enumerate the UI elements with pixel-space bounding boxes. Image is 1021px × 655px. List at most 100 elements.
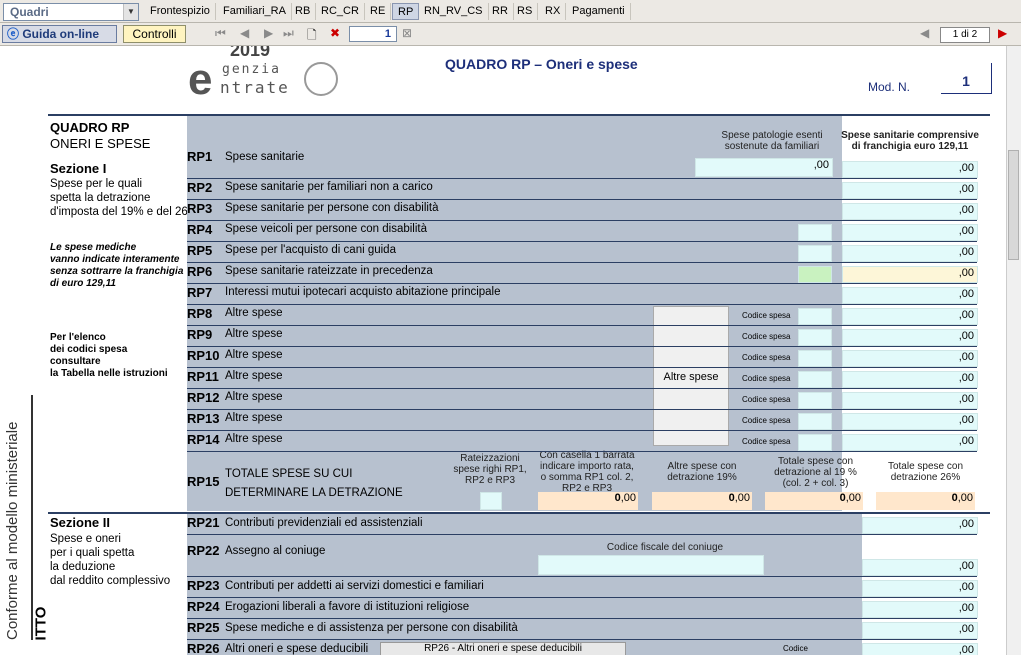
row-divider [187,178,977,179]
row-code-rp21: RP21 [187,515,220,530]
rp15-col3-field[interactable]: 0,00 [652,492,752,510]
side-caption: Conforme al modello ministeriale [4,421,21,640]
row-divider [187,304,977,305]
field-rp25-importo[interactable]: ,00 [862,622,978,639]
tab-rx[interactable]: RX [540,3,567,20]
field-rp11-importo[interactable]: ,00 [842,371,978,388]
row-code-rp12: RP12 [187,390,220,405]
next-page-icon[interactable]: ▶ [264,26,273,40]
field-rp14-importo[interactable]: ,00 [842,434,978,451]
row-label-rp12: Altre spese [225,391,283,403]
scrollbar-thumb[interactable] [1008,150,1019,260]
field-rp2-importo[interactable]: ,00 [842,182,978,199]
page-indicator: 1 di 2 [940,27,990,43]
tab-pagamenti[interactable]: Pagamenti [567,3,631,20]
field-rp8-importo[interactable]: ,00 [842,308,978,325]
row-divider [187,409,977,410]
field-rp4-importo[interactable]: ,00 [842,224,978,241]
row-divider [187,199,977,200]
prev-page-icon[interactable]: ◀ [240,26,249,40]
vertical-scrollbar[interactable] [1006,46,1021,655]
rp15-col4-field[interactable]: 0,00 [765,492,863,510]
first-page-icon[interactable]: ⏮ [215,26,226,41]
tab-rb[interactable]: RB [290,3,317,20]
field-rp12-importo[interactable]: ,00 [842,392,978,409]
row-code-rp11: RP11 [187,369,219,384]
mod-label: Mod. N. [868,80,911,94]
quadri-select-value: Quadri [10,5,49,19]
row-divider [187,451,977,452]
field-rp9-codice[interactable] [798,329,832,346]
rp15-col5-field[interactable]: 0,00 [876,492,975,510]
altre-spese-button[interactable]: Altre spese [653,306,729,446]
new-page-icon[interactable]: 🗋 [307,26,317,47]
row-code-rp13: RP13 [187,411,220,426]
field-rp9-importo[interactable]: ,00 [842,329,978,346]
guida-online-button[interactable]: ⓔ Guida on-line [2,25,117,43]
rp26-popup-button[interactable]: RP26 - Altri oneri e spese deducibili [380,642,626,655]
rp15-col2-field[interactable]: 0,00 [538,492,638,510]
quadro-label: QUADRO RP [50,120,130,135]
field-rp26-importo[interactable]: ,00 [862,643,978,655]
codice-spesa-label: Codice spesa [742,311,791,320]
rp15-col2-header: Con casella 1 barrata indicare importo r… [539,450,635,494]
tab-rr[interactable]: RR [487,3,514,20]
codice-fiscale-coniuge-field[interactable] [538,555,764,575]
field-rp3-importo[interactable]: ,00 [842,203,978,220]
field-rp5-importo[interactable]: ,00 [842,245,978,262]
row-divider [187,388,977,389]
desc-line: dei codici spesa [50,344,128,355]
rp26-codice-label: Codice [783,644,808,653]
field-rp1-esenti[interactable]: ,00 [695,158,833,177]
tab-rs[interactable]: RS [512,3,539,20]
controlli-button[interactable]: Controlli [123,25,186,43]
year-label: 2019 [230,46,271,60]
guida-online-label: Guida on-line [22,27,100,41]
goto-page-icon[interactable]: ⊠ [402,26,412,40]
tab-rp[interactable]: RP [392,3,420,20]
field-rp11-codice[interactable] [798,371,832,388]
field-rp6-col1[interactable] [798,266,832,283]
tab-frontespizio[interactable]: Frontespizio [145,3,216,20]
desc-line: consultare [50,356,101,367]
quadri-select[interactable]: Quadri ▼ [3,3,139,21]
field-rp14-codice[interactable] [798,434,832,451]
last-page-icon[interactable]: ⏭ [283,26,294,41]
field-rp10-codice[interactable] [798,350,832,367]
row-code-rp7: RP7 [187,285,213,300]
page-prev-arrow-icon[interactable]: ◀ [920,26,929,40]
field-rp23-importo[interactable]: ,00 [862,580,978,597]
document-area: 2019 e genzia ntrate QUADRO RP – Oneri e… [0,46,1006,655]
field-rp5-col1[interactable] [798,245,832,262]
field-rp8-codice[interactable] [798,308,832,325]
row-label-rp2: Spese sanitarie per familiari non a cari… [225,181,433,193]
tab-familiari-ra[interactable]: Familiari_RA [218,3,292,20]
rp15-label-2: DETERMINARE LA DETRAZIONE [225,487,403,499]
delete-page-icon[interactable]: ✖ [330,26,340,40]
field-rp21-importo[interactable]: ,00 [862,517,978,534]
sezione-2-desc: Spese e oneri per i quali spetta la deduzi… [50,532,170,588]
field-rp4-col1[interactable] [798,224,832,241]
field-rp22-importo[interactable]: ,00 [862,559,978,576]
chevron-down-icon[interactable]: ▼ [123,4,138,20]
tab-rn-rv-cs[interactable]: RN_RV_CS [419,3,489,20]
mod-number[interactable]: 1 [941,63,992,94]
row-code-rp24: RP24 [187,599,220,614]
field-rp12-codice[interactable] [798,392,832,409]
page-next-arrow-icon[interactable]: ▶ [998,26,1007,40]
tab-rc-cr[interactable]: RC_CR [316,3,365,20]
field-rp13-importo[interactable]: ,00 [842,413,978,430]
field-rp1-importo[interactable]: ,00 [842,161,978,178]
row-code-rp5: RP5 [187,243,213,258]
page-number-field[interactable]: 1 [349,26,397,42]
sezione-2-label: Sezione II [50,515,110,530]
row-label-rp11: Altre spese [225,370,283,382]
field-rp13-codice[interactable] [798,413,832,430]
field-rp24-importo[interactable]: ,00 [862,601,978,618]
row-code-rp6: RP6 [187,264,213,279]
field-rp6-importo[interactable]: ,00 [842,266,978,283]
rp15-checkbox[interactable] [480,492,502,510]
tab-re[interactable]: RE [365,3,392,20]
field-rp7-importo[interactable]: ,00 [842,287,978,304]
field-rp10-importo[interactable]: ,00 [842,350,978,367]
